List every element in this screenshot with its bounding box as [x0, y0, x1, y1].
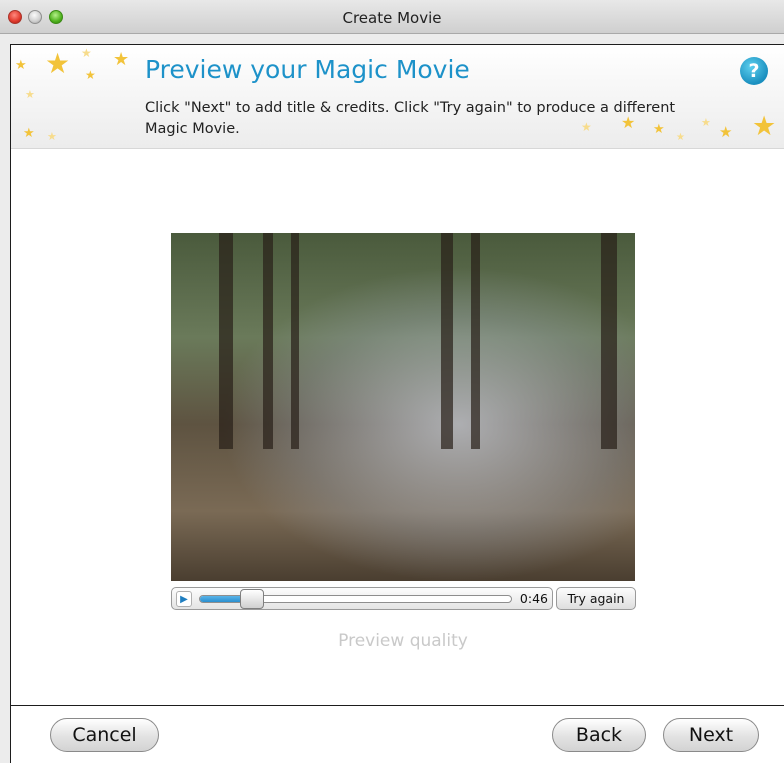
preview-quality-label: Preview quality [338, 631, 468, 651]
star-icon: ★ [81, 46, 92, 60]
star-icon: ★ [752, 111, 777, 142]
star-icon: ★ [85, 68, 96, 82]
tree-trunk [263, 233, 273, 449]
tree-trunk [441, 233, 453, 449]
tree-trunk [219, 233, 233, 449]
tree-trunk [601, 233, 617, 449]
play-icon[interactable]: ▶ [176, 591, 192, 607]
next-button[interactable]: Next [663, 718, 759, 752]
movie-preview[interactable] [171, 233, 635, 581]
page-description: Click "Next" to add title & credits. Cli… [145, 100, 676, 137]
star-icon: ★ [719, 123, 733, 141]
timeline-thumb[interactable] [240, 589, 264, 609]
question-icon[interactable]: ? [740, 57, 768, 85]
playback-bar: ▶ 0:46 [171, 587, 553, 610]
title-bar: Create Movie [0, 0, 784, 34]
time-readout: 0:46 [519, 591, 548, 606]
star-icon: ★ [47, 130, 57, 143]
dialog-content: ★ ★ ★ ★ ★ ★ ★ ★ ★ ★ ★ ★ ★ ★ ★ Preview yo… [10, 44, 784, 763]
button-bar: Cancel Back Next [11, 705, 784, 763]
star-icon: ★ [15, 58, 27, 73]
cancel-button[interactable]: Cancel [50, 718, 159, 752]
page-title: Preview your Magic Movie [145, 55, 470, 84]
tree-trunk [291, 233, 299, 449]
timeline-slider[interactable] [199, 589, 512, 609]
header-banner: ★ ★ ★ ★ ★ ★ ★ ★ ★ ★ ★ ★ ★ ★ ★ Preview yo… [11, 45, 784, 149]
try-again-button[interactable]: Try again [556, 587, 636, 610]
star-icon: ★ [23, 126, 35, 141]
star-icon: ★ [45, 47, 71, 80]
star-icon: ★ [25, 88, 35, 101]
star-icon: ★ [113, 49, 130, 70]
back-button[interactable]: Back [552, 718, 646, 752]
tree-trunk [471, 233, 480, 449]
window-title: Create Movie [342, 9, 442, 27]
